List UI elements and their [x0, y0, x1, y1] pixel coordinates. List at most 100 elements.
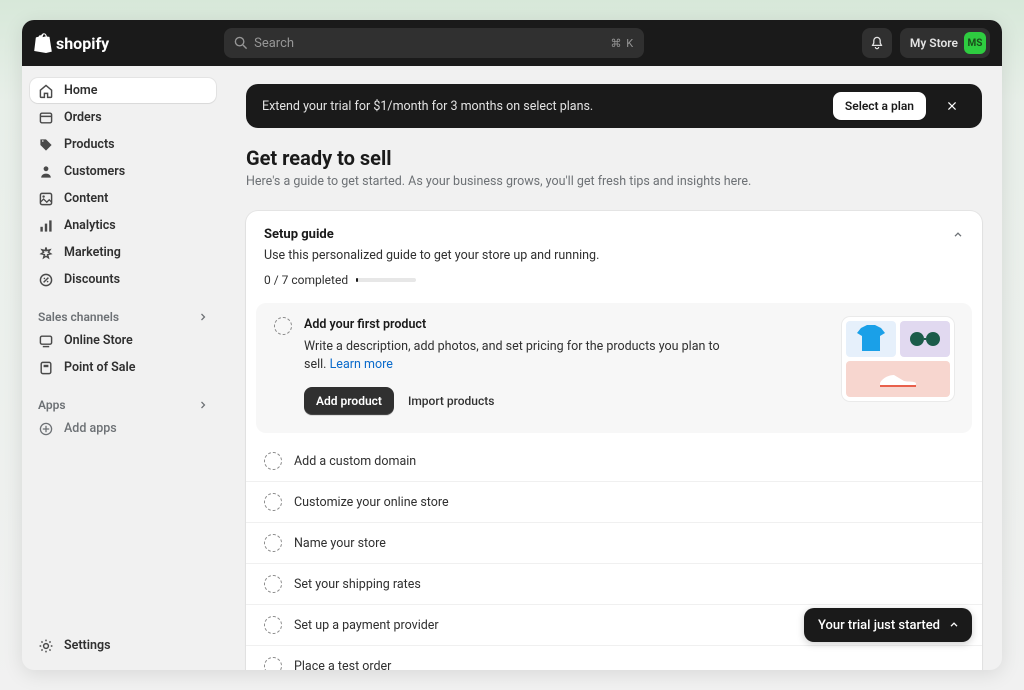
- tshirt-icon: [853, 324, 889, 354]
- trial-pill[interactable]: Your trial just started: [804, 608, 972, 642]
- trial-pill-label: Your trial just started: [818, 618, 940, 633]
- guide-expanded-body: Add your first product Write a descripti…: [304, 317, 830, 415]
- sidebar-item-online-store[interactable]: Online Store: [30, 328, 216, 353]
- brand-logo[interactable]: shopify: [34, 33, 109, 53]
- page-subtitle: Here's a guide to get started. As your b…: [246, 174, 982, 189]
- sidebar-item-products[interactable]: Products: [30, 132, 216, 157]
- bell-icon: [869, 35, 885, 51]
- sidebar-item-label: Analytics: [64, 218, 116, 233]
- sidebar-item-label: Customers: [64, 164, 125, 179]
- discounts-icon: [38, 272, 54, 288]
- setup-guide-card: Setup guide Use this personalized guide …: [246, 211, 982, 670]
- sidebar-item-add-apps[interactable]: Add apps: [30, 416, 216, 441]
- step-circle-icon[interactable]: [264, 616, 282, 634]
- page-title: Get ready to sell: [246, 146, 982, 170]
- step-circle-icon[interactable]: [264, 452, 282, 470]
- sidebar-item-label: Online Store: [64, 333, 133, 348]
- guide-item-label: Add a custom domain: [294, 454, 416, 469]
- guide-item-add-product[interactable]: Add your first product Write a descripti…: [256, 303, 972, 433]
- products-icon: [38, 137, 54, 153]
- shopify-bag-icon: [34, 33, 52, 53]
- guide-item-custom-domain[interactable]: Add a custom domain: [246, 441, 982, 481]
- chevron-right-icon: [198, 400, 208, 410]
- banner-message: Extend your trial for $1/month for 3 mon…: [262, 99, 821, 114]
- guide-item-title: Add your first product: [304, 317, 830, 332]
- sidebar-item-settings[interactable]: Settings: [30, 633, 216, 658]
- notifications-button[interactable]: [862, 28, 892, 58]
- store-name: My Store: [910, 36, 958, 50]
- learn-more-link[interactable]: Learn more: [330, 357, 393, 372]
- guide-item-label: Customize your online store: [294, 495, 449, 510]
- store-switcher[interactable]: My Store MS: [900, 28, 990, 58]
- progress-row: 0 / 7 completed: [264, 273, 964, 287]
- sidebar-item-label: Orders: [64, 110, 102, 125]
- guide-actions: Add product Import products: [304, 387, 830, 415]
- product-illustration: [842, 317, 954, 401]
- gear-icon: [38, 638, 54, 654]
- setup-guide-title: Setup guide: [264, 227, 334, 242]
- topbar-right: My Store MS: [862, 28, 990, 58]
- step-circle-icon[interactable]: [264, 575, 282, 593]
- progress-bar: [356, 278, 416, 282]
- apps-nav: Add apps: [30, 416, 216, 441]
- guide-item-name-store[interactable]: Name your store: [246, 522, 982, 563]
- sidebar-item-orders[interactable]: Orders: [30, 105, 216, 130]
- sidebar-item-label: Products: [64, 137, 115, 152]
- step-circle-icon[interactable]: [264, 493, 282, 511]
- store-avatar: MS: [964, 32, 986, 54]
- pos-icon: [38, 360, 54, 376]
- content-icon: [38, 191, 54, 207]
- chevron-up-icon: [952, 229, 964, 241]
- guide-item-label: Set your shipping rates: [294, 577, 421, 592]
- orders-icon: [38, 110, 54, 126]
- channels-nav: Online Store Point of Sale: [30, 328, 216, 380]
- search-kbd: ⌘ K: [610, 37, 634, 50]
- guide-item-customize-store[interactable]: Customize your online store: [246, 481, 982, 522]
- sidebar-item-content[interactable]: Content: [30, 186, 216, 211]
- sidebar-item-customers[interactable]: Customers: [30, 159, 216, 184]
- search-icon: [234, 36, 248, 50]
- plus-circle-icon: [38, 421, 54, 437]
- trial-banner: Extend your trial for $1/month for 3 mon…: [246, 84, 982, 128]
- sidebar-heading-apps[interactable]: Apps: [30, 398, 216, 412]
- sidebar-item-label: Point of Sale: [64, 360, 136, 375]
- main-row: Home Orders Products Customers Content: [22, 66, 1002, 670]
- step-circle-icon[interactable]: [264, 534, 282, 552]
- step-circle-icon[interactable]: [264, 657, 282, 670]
- guide-item-label: Set up a payment provider: [294, 618, 439, 633]
- app-window: shopify Search ⌘ K My Store MS Home: [22, 20, 1002, 670]
- sidebar-item-analytics[interactable]: Analytics: [30, 213, 216, 238]
- guide-item-label: Place a test order: [294, 659, 391, 671]
- sneaker-icon: [874, 367, 922, 391]
- sidebar-item-pos[interactable]: Point of Sale: [30, 355, 216, 380]
- banner-close-button[interactable]: [938, 92, 966, 120]
- search-placeholder: Search: [254, 36, 610, 51]
- card-header: Setup guide Use this personalized guide …: [246, 211, 982, 295]
- chevron-right-icon: [198, 312, 208, 322]
- search-input[interactable]: Search ⌘ K: [224, 28, 644, 58]
- brand-name: shopify: [56, 34, 109, 53]
- sidebar-item-label: Home: [64, 83, 98, 98]
- customers-icon: [38, 164, 54, 180]
- guide-item-label: Name your store: [294, 536, 386, 551]
- sidebar-heading-channels[interactable]: Sales channels: [30, 310, 216, 324]
- collapse-button[interactable]: [952, 229, 964, 241]
- guide-item-shipping-rates[interactable]: Set your shipping rates: [246, 563, 982, 604]
- guide-item-test-order[interactable]: Place a test order: [246, 645, 982, 670]
- sidebar-item-marketing[interactable]: Marketing: [30, 240, 216, 265]
- chevron-up-icon: [948, 619, 960, 631]
- content: Extend your trial for $1/month for 3 mon…: [224, 66, 1002, 670]
- setup-guide-subtitle: Use this personalized guide to get your …: [264, 248, 964, 263]
- sidebar-item-label: Content: [64, 191, 108, 206]
- sidebar-item-label: Settings: [64, 638, 111, 653]
- sidebar-item-discounts[interactable]: Discounts: [30, 267, 216, 292]
- sidebar-item-label: Add apps: [64, 421, 117, 436]
- analytics-icon: [38, 218, 54, 234]
- step-circle-icon[interactable]: [274, 317, 292, 335]
- select-plan-button[interactable]: Select a plan: [833, 92, 926, 120]
- import-products-button[interactable]: Import products: [408, 394, 494, 408]
- sidebar-item-home[interactable]: Home: [30, 78, 216, 103]
- close-icon: [946, 100, 958, 112]
- primary-nav: Home Orders Products Customers Content: [30, 78, 216, 292]
- add-product-button[interactable]: Add product: [304, 387, 394, 415]
